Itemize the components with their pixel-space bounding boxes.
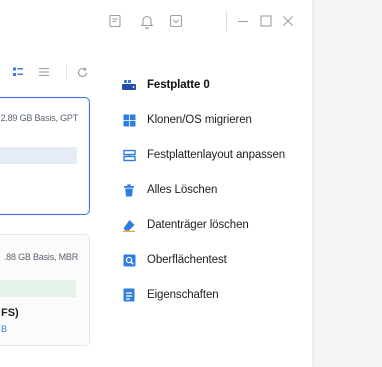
menu-item-label: Klonen/OS migrieren bbox=[147, 114, 252, 126]
disk-drive-icon bbox=[121, 77, 137, 93]
disk-card-1[interactable]: .88 GB Basis, MBR FS) B bbox=[0, 234, 90, 346]
menu-item-clone-migrate[interactable]: Klonen/OS migrieren bbox=[121, 109, 306, 131]
app-window: 2.89 GB Basis, GPT .88 GB Basis, MBR FS)… bbox=[0, 0, 312, 367]
disk-layout-icon bbox=[121, 147, 137, 163]
menu-item-label: Datenträger löschen bbox=[147, 219, 249, 231]
view-toolbar bbox=[0, 64, 100, 82]
close-icon[interactable] bbox=[279, 12, 297, 30]
surface-test-icon bbox=[121, 252, 137, 268]
menu-item-adjust-layout[interactable]: Festplattenlayout anpassen bbox=[121, 144, 306, 166]
disk-usage-bar bbox=[0, 147, 77, 164]
menu-header-disk: Festplatte 0 bbox=[121, 74, 306, 96]
menu-item-wipe-disk[interactable]: Datenträger löschen bbox=[121, 214, 306, 236]
eraser-icon bbox=[121, 217, 137, 233]
menu-item-label: Alles Löschen bbox=[147, 184, 218, 196]
view-toolbar-separator bbox=[66, 65, 67, 79]
menu-item-delete-all[interactable]: Alles Löschen bbox=[121, 179, 306, 201]
partition-label: FS) bbox=[1, 307, 19, 319]
title-bar bbox=[0, 0, 312, 42]
notification-bell-icon[interactable] bbox=[138, 12, 156, 30]
partition-size: B bbox=[1, 324, 8, 334]
maximize-icon[interactable] bbox=[257, 12, 275, 30]
minimize-icon[interactable] bbox=[234, 12, 252, 30]
partition-bar bbox=[0, 280, 76, 297]
refresh-icon[interactable] bbox=[74, 64, 90, 80]
disk-info: .88 GB Basis, MBR bbox=[3, 252, 78, 262]
disk-card-0[interactable]: 2.89 GB Basis, GPT bbox=[0, 97, 90, 215]
grid-view-icon[interactable] bbox=[10, 64, 26, 80]
menu-item-label: Festplattenlayout anpassen bbox=[147, 149, 286, 161]
feedback-icon[interactable] bbox=[106, 12, 124, 30]
dropdown-menu-icon[interactable] bbox=[167, 12, 185, 30]
trash-icon bbox=[121, 182, 137, 198]
list-view-icon[interactable] bbox=[36, 64, 52, 80]
windows-logo-icon bbox=[121, 112, 137, 128]
menu-item-label: Eigenschaften bbox=[147, 289, 219, 301]
properties-icon bbox=[121, 287, 137, 303]
titlebar-separator bbox=[226, 11, 227, 31]
menu-item-label: Oberflächentest bbox=[147, 254, 227, 266]
menu-header-label: Festplatte 0 bbox=[147, 79, 210, 91]
menu-item-surface-test[interactable]: Oberflächentest bbox=[121, 249, 306, 271]
disk-info: 2.89 GB Basis, GPT bbox=[0, 113, 79, 123]
menu-item-properties[interactable]: Eigenschaften bbox=[121, 284, 306, 306]
